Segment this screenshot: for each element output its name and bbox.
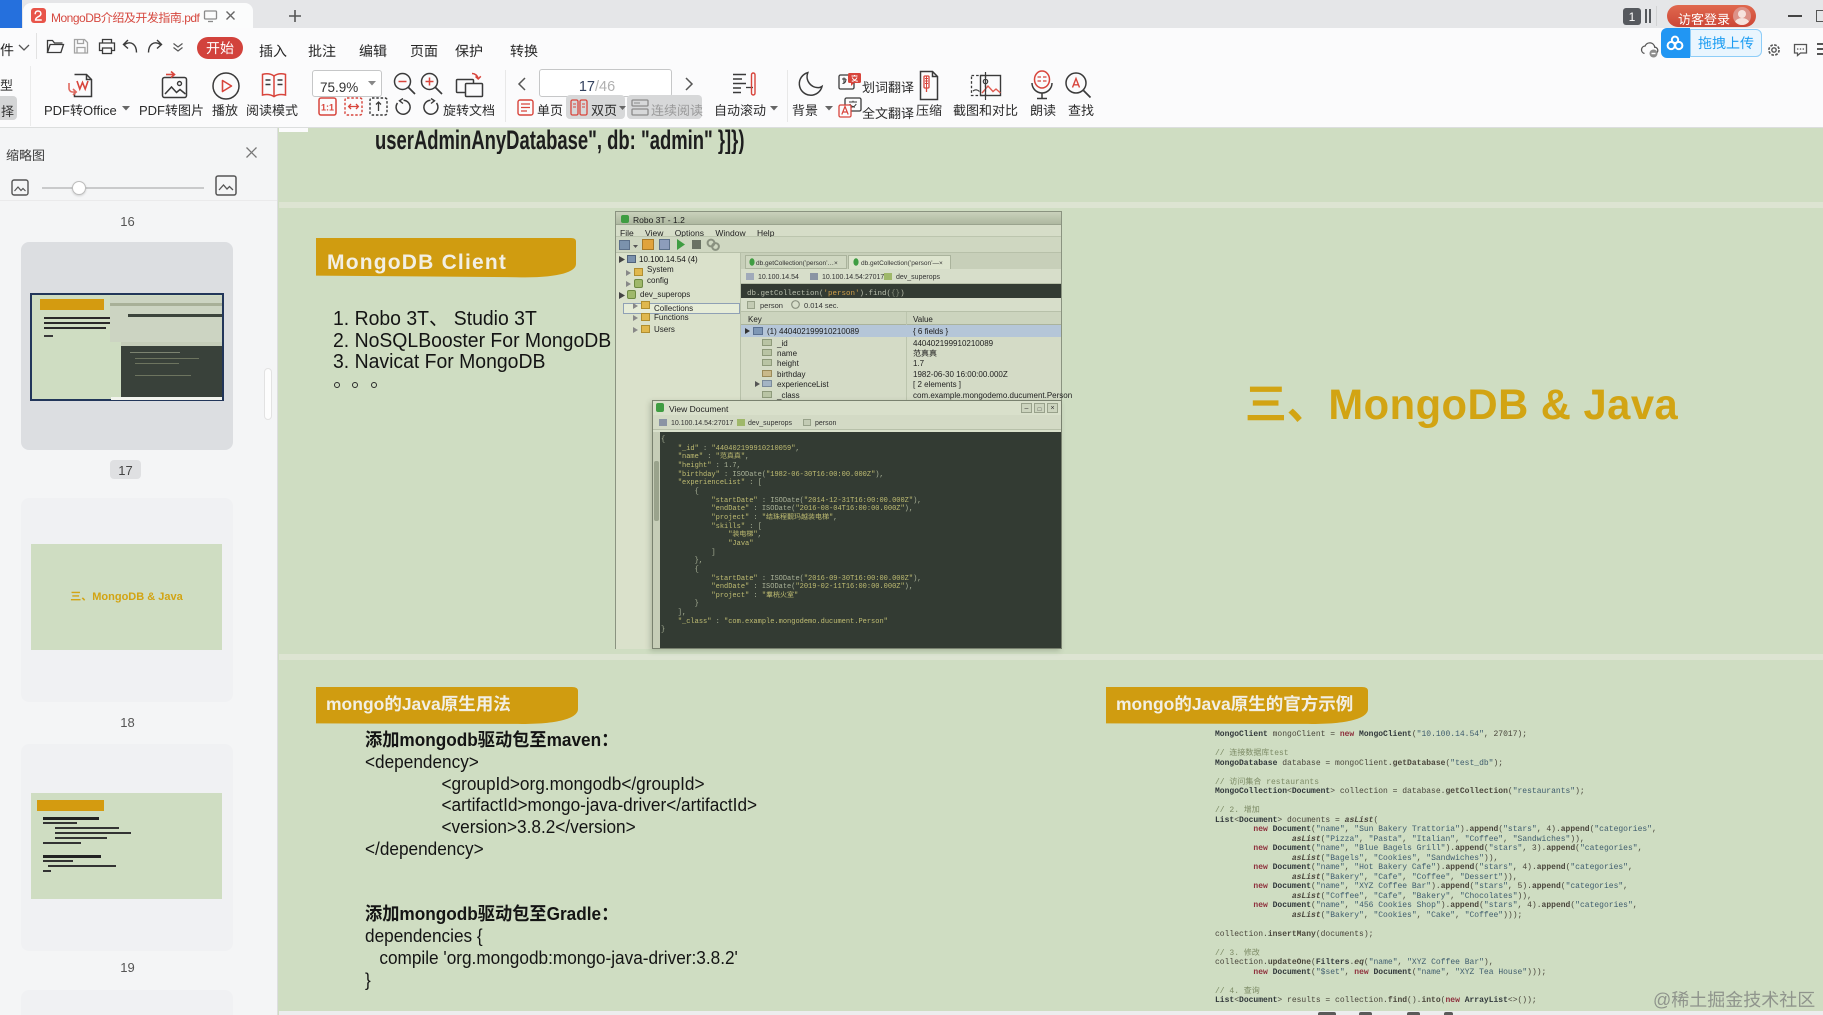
svg-text:1:1: 1:1 — [321, 103, 334, 113]
